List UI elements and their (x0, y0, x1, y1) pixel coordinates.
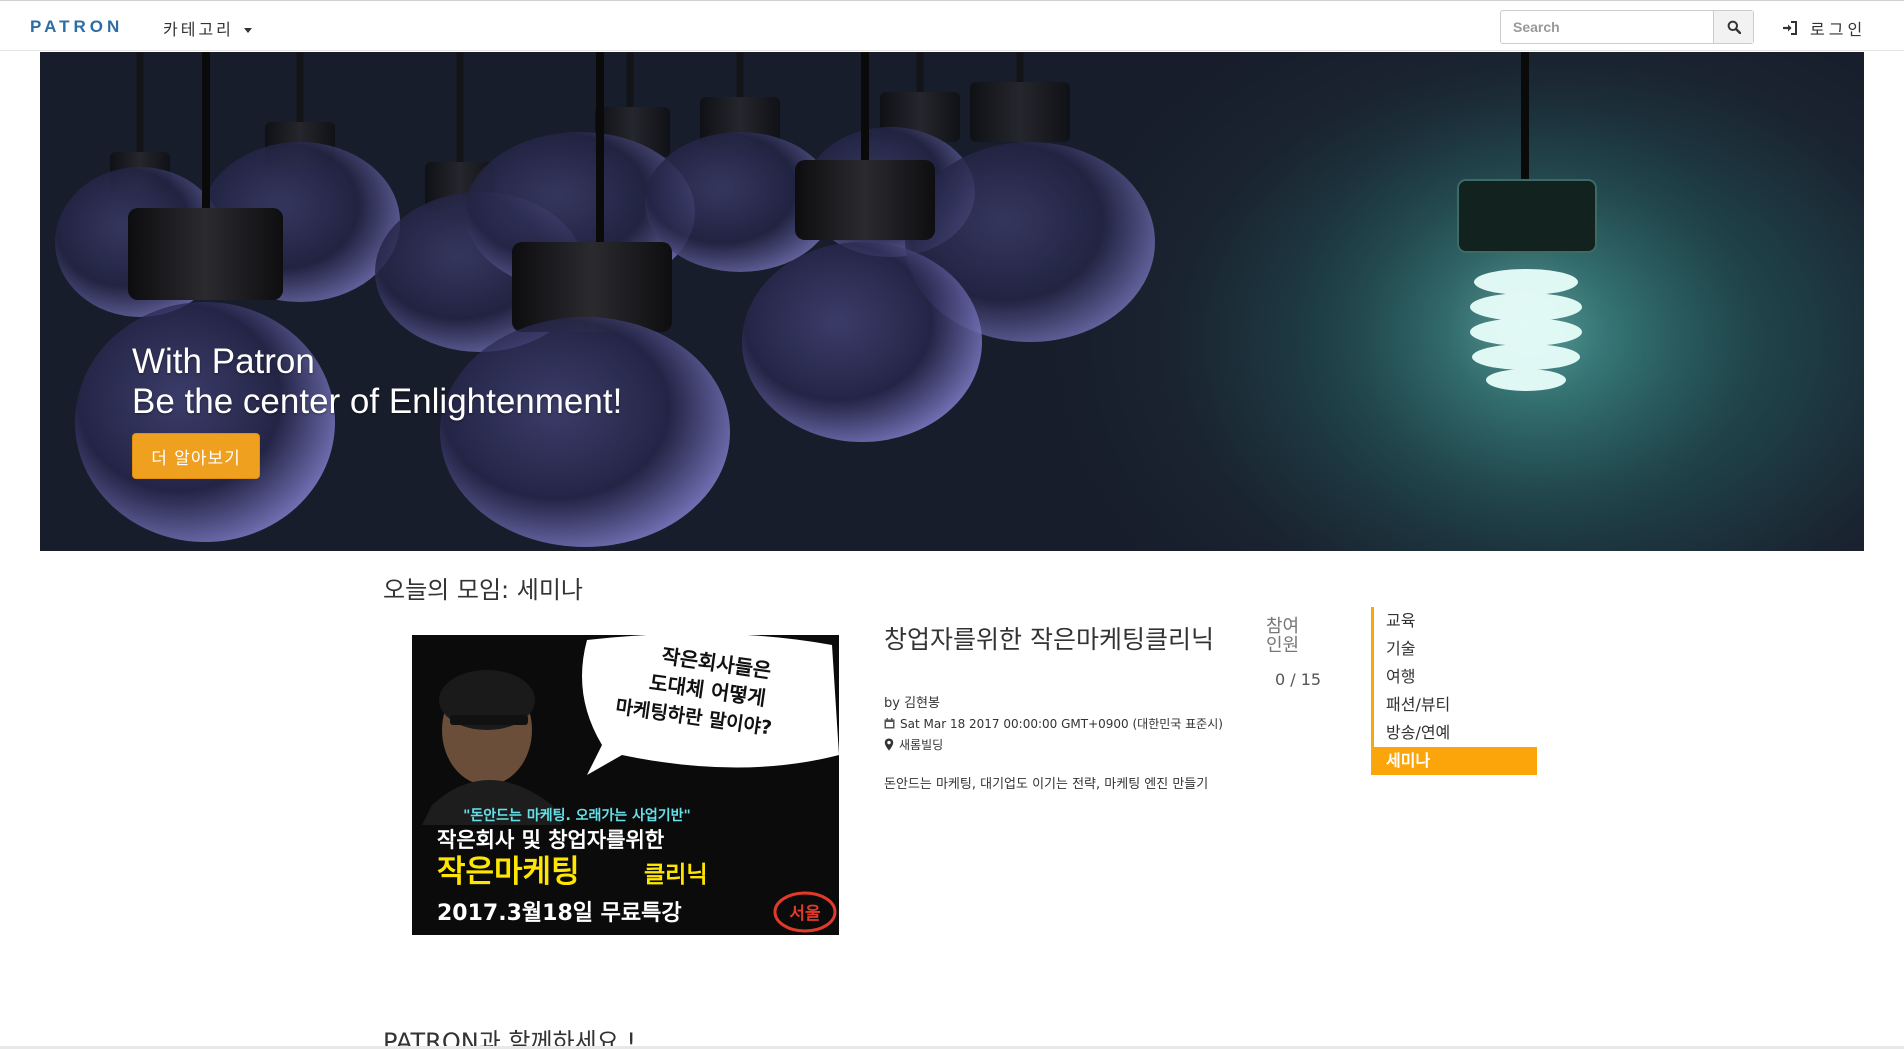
event-place-row: 새롬빌딩 (884, 736, 943, 753)
search-input[interactable] (1501, 11, 1714, 43)
category-item-technology[interactable]: 기술 (1374, 635, 1537, 663)
event-date: Sat Mar 18 2017 00:00:00 GMT+0900 (대한민국 … (900, 717, 1223, 731)
category-item-fashion-beauty[interactable]: 패션/뷰티 (1374, 691, 1537, 719)
poster-quote: "돈안드는 마케팅. 오래가는 사업기반" (463, 807, 691, 824)
category-list: 교육 기술 여행 패션/뷰티 방송/연예 세미나 (1371, 607, 1537, 775)
event-poster-image[interactable]: 작은회사들은 도대체 어떻게 마케팅하란 말이야? "돈안드는 마케팅. 오래가… (412, 635, 839, 935)
poster-date-line: 2017.3월18일 무료특강 (437, 901, 682, 926)
event-poster-graphic: 작은회사들은 도대체 어떻게 마케팅하란 말이야? "돈안드는 마케팅. 오래가… (412, 635, 839, 935)
category-dropdown-label: 카테고리 (163, 20, 234, 39)
event-title[interactable]: 창업자를위한 작은마케팅클리닉 (884, 625, 1224, 655)
map-marker-icon (884, 738, 894, 751)
participants-label: 참여인원 (1266, 616, 1300, 656)
event-description: 돈안드는 마케팅, 대기업도 이기는 전략, 마케팅 엔진 만들기 (884, 777, 1209, 792)
hero-title-line2: Be the center of Enlightenment! (132, 382, 623, 421)
category-item-broadcast-entertainment[interactable]: 방송/연예 (1374, 719, 1537, 747)
search-icon (1727, 20, 1741, 34)
event-date-row: Sat Mar 18 2017 00:00:00 GMT+0900 (대한민국 … (884, 715, 1223, 732)
poster-line2-main: 작은마케팅 (437, 854, 580, 890)
participants-count: 0 / 15 (1275, 670, 1322, 689)
join-heading: PATRON과 함께하세요 ! (383, 1028, 637, 1049)
hero-banner: With Patron Be the center of Enlightenme… (40, 52, 1864, 551)
login-label: 로그인 (1810, 20, 1867, 39)
event-host: by 김현봉 (884, 696, 940, 711)
today-meeting-heading: 오늘의 모임: 세미나 (383, 576, 583, 604)
top-navbar: PATRON 카테고리 로그인 (0, 0, 1904, 51)
brand-logo[interactable]: PATRON (30, 17, 123, 37)
caret-down-icon (243, 28, 252, 33)
category-item-seminar[interactable]: 세미나 (1374, 747, 1537, 775)
login-icon (1783, 21, 1797, 35)
category-dropdown[interactable]: 카테고리 (163, 16, 252, 40)
poster-line1: 작은회사 및 창업자를위한 (437, 828, 664, 852)
hero-title-line1: With Patron (132, 342, 315, 381)
search-form (1500, 10, 1754, 44)
light-bulbs-illustration (55, 52, 1755, 551)
event-place: 새롬빌딩 (899, 738, 944, 752)
search-button[interactable] (1713, 11, 1753, 43)
learn-more-button[interactable]: 더 알아보기 (132, 433, 260, 479)
poster-city: 서울 (789, 904, 821, 924)
login-link[interactable]: 로그인 (1782, 16, 1866, 40)
poster-line2-sub: 클리닉 (644, 862, 707, 888)
calendar-icon (884, 718, 895, 729)
hero-title: With Patron Be the center of Enlightenme… (132, 342, 622, 422)
category-item-education[interactable]: 교육 (1374, 607, 1537, 635)
category-item-travel[interactable]: 여행 (1374, 663, 1537, 691)
